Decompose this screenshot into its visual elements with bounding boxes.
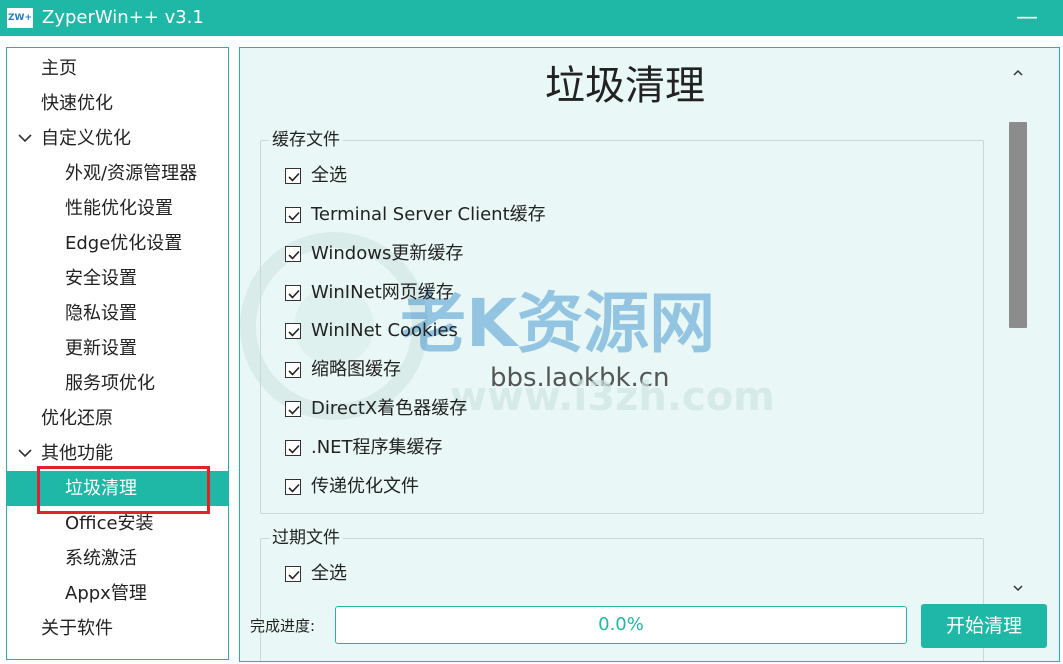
- sidebar-item-label: 主页: [41, 58, 77, 79]
- sidebar-item-activation[interactable]: 系统激活: [7, 541, 228, 576]
- sidebar-item-label: 自定义优化: [41, 128, 131, 149]
- progress-label: 完成进度:: [250, 617, 316, 635]
- sidebar-item-other-features[interactable]: 其他功能: [7, 436, 228, 471]
- sidebar-item-label: Edge优化设置: [65, 233, 183, 254]
- sidebar-item-quick-optimize[interactable]: 快速优化: [7, 86, 228, 121]
- sidebar-item-junk-cleanup[interactable]: 垃圾清理: [7, 471, 228, 506]
- sidebar-item-label: 服务项优化: [65, 373, 155, 394]
- sidebar-item-label: 隐私设置: [65, 303, 137, 324]
- sidebar-item-security[interactable]: 安全设置: [7, 261, 228, 296]
- checkbox-label: DirectX着色器缓存: [311, 398, 468, 419]
- check-icon[interactable]: [285, 323, 301, 339]
- group-title: 缓存文件: [269, 129, 343, 151]
- sidebar-item-restore[interactable]: 优化还原: [7, 401, 228, 436]
- sidebar-item-label: 快速优化: [41, 93, 113, 114]
- check-icon[interactable]: [285, 440, 301, 456]
- sidebar-item-home[interactable]: 主页: [7, 51, 228, 86]
- checkbox-label: 全选: [311, 563, 347, 584]
- sidebar-item-label: 系统激活: [65, 548, 137, 569]
- sidebar-item-custom-optimize[interactable]: 自定义优化: [7, 121, 228, 156]
- sidebar-item-label: 性能优化设置: [65, 198, 173, 219]
- checkbox-label: 全选: [311, 165, 347, 186]
- checkbox-label: WinINet Cookies: [311, 320, 458, 341]
- check-icon[interactable]: [285, 566, 301, 582]
- chevron-down-icon: [1013, 585, 1023, 592]
- title-bar: ZW+ ZyperWin++ v3.1 —: [0, 0, 1063, 36]
- page-title: 垃圾清理: [545, 63, 705, 109]
- group-title: 过期文件: [269, 527, 343, 549]
- checkbox-label: Terminal Server Client缓存: [311, 204, 546, 225]
- scroll-thumb[interactable]: [1009, 122, 1027, 328]
- sidebar-item-appearance-explorer[interactable]: 外观/资源管理器: [7, 156, 228, 191]
- check-icon[interactable]: [285, 362, 301, 378]
- sidebar-item-label: 关于软件: [41, 618, 113, 639]
- check-icon[interactable]: [285, 246, 301, 262]
- sidebar-item-label: 其他功能: [41, 443, 113, 464]
- check-icon[interactable]: [285, 401, 301, 417]
- checkbox-label: .NET程序集缓存: [311, 437, 443, 458]
- sidebar-item-privacy[interactable]: 隐私设置: [7, 296, 228, 331]
- sidebar-item-office-install[interactable]: Office安装: [7, 506, 228, 541]
- checkbox-label: WinINet网页缓存: [311, 282, 454, 303]
- sidebar-item-label: 安全设置: [65, 268, 137, 289]
- sidebar-item-label: 垃圾清理: [65, 478, 137, 499]
- group-cache-files: 缓存文件 全选 Terminal Server Client缓存 Windows…: [260, 129, 984, 514]
- progress-bar: 0.0%: [335, 606, 907, 644]
- check-icon[interactable]: [285, 479, 301, 495]
- vertical-scrollbar[interactable]: [1007, 63, 1029, 599]
- start-cleanup-button[interactable]: 开始清理: [921, 604, 1047, 648]
- sidebar-item-performance[interactable]: 性能优化设置: [7, 191, 228, 226]
- sidebar-item-about[interactable]: 关于软件: [7, 611, 228, 646]
- chevron-up-icon: [1013, 69, 1023, 76]
- check-icon[interactable]: [285, 207, 301, 223]
- progress-text: 0.0%: [598, 614, 644, 635]
- sidebar-item-label: 优化还原: [41, 408, 113, 429]
- check-icon[interactable]: [285, 168, 301, 184]
- sidebar-nav: 主页 快速优化 自定义优化 外观/资源管理器 性能优化设置 Edge优化设置 安…: [6, 47, 229, 660]
- chevron-down-icon[interactable]: [16, 436, 36, 471]
- chevron-down-icon[interactable]: [16, 121, 36, 156]
- sidebar-item-label: Appx管理: [65, 583, 147, 604]
- minimize-icon: —: [1016, 5, 1038, 30]
- checkbox-label: Windows更新缓存: [311, 243, 464, 264]
- scroll-track[interactable]: [1008, 85, 1028, 577]
- sidebar-item-update[interactable]: 更新设置: [7, 331, 228, 366]
- check-icon[interactable]: [285, 285, 301, 301]
- minimize-button[interactable]: —: [996, 2, 1058, 34]
- sidebar-item-appx[interactable]: Appx管理: [7, 576, 228, 611]
- window-title: ZyperWin++ v3.1: [42, 7, 204, 28]
- scroll-up-button[interactable]: [1007, 63, 1029, 83]
- sidebar-item-label: 外观/资源管理器: [65, 163, 198, 184]
- sidebar-item-edge[interactable]: Edge优化设置: [7, 226, 228, 261]
- sidebar-item-services[interactable]: 服务项优化: [7, 366, 228, 401]
- checkbox-label: 缩略图缓存: [311, 359, 401, 380]
- sidebar-item-label: Office安装: [65, 513, 154, 534]
- app-logo-icon: ZW+: [7, 8, 33, 28]
- scroll-down-button[interactable]: [1007, 579, 1029, 599]
- sidebar-item-label: 更新设置: [65, 338, 137, 359]
- main-panel: 老K资源网 bbs.laokbk.cn www.i3zh.com 垃圾清理 缓存…: [239, 47, 1060, 662]
- checkbox-label: 传递优化文件: [311, 476, 419, 497]
